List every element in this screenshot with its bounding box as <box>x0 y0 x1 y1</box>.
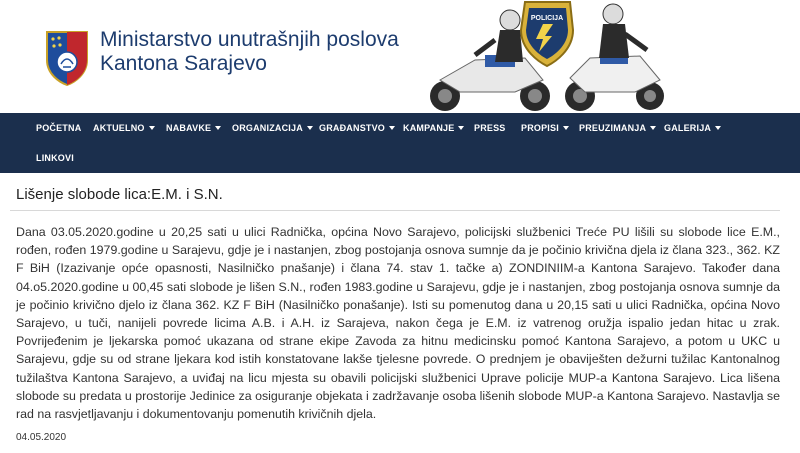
nav-item-preuzimanja[interactable]: PREUZIMANJA <box>579 113 657 143</box>
nav-item-linkovi[interactable]: LINKOVI <box>36 143 74 173</box>
nav-item-label: AKTUELNO <box>93 123 145 133</box>
motorcycle-right <box>565 3 664 111</box>
nav-item-label: GALERIJA <box>664 123 712 133</box>
police-badge-icon: POLICIJA <box>519 1 575 68</box>
nav-row-primary: POČETNA AKTUELNO NABAVKE ORGANIZACIJA GR… <box>0 113 800 143</box>
nav-item-aktuelno[interactable]: AKTUELNO <box>93 113 155 143</box>
nav-item-galerija[interactable]: GALERIJA <box>664 113 722 143</box>
nav-item-label: PROPISI <box>521 123 559 133</box>
coat-of-arms-icon[interactable] <box>45 30 89 86</box>
police-motorcyclists-banner: POLICIJA <box>430 1 664 111</box>
nav-item-label: GRAĐANSTVO <box>319 123 386 133</box>
article-title: Lišenje slobode lica:E.M. i S.N. <box>16 186 223 203</box>
title-divider <box>10 210 780 211</box>
nav-item-label: KAMPANJE <box>403 123 455 133</box>
site-title[interactable]: Ministarstvo unutrašnjih poslova Kantona… <box>100 28 399 76</box>
main-navigation: POČETNA AKTUELNO NABAVKE ORGANIZACIJA GR… <box>0 113 800 173</box>
caret-down-icon <box>650 125 657 130</box>
badge-text: POLICIJA <box>531 15 563 22</box>
caret-down-icon <box>306 125 313 130</box>
caret-down-icon <box>389 125 396 130</box>
nav-item-label: POČETNA <box>36 123 82 133</box>
nav-row-secondary: LINKOVI <box>0 143 800 173</box>
nav-item-kampanje[interactable]: KAMPANJE <box>403 113 465 143</box>
site-header: Ministarstvo unutrašnjih poslova Kantona… <box>0 0 800 113</box>
nav-item-propisi[interactable]: PROPISI <box>521 113 569 143</box>
caret-down-icon <box>562 125 569 130</box>
nav-item-label: ORGANIZACIJA <box>232 123 303 133</box>
nav-item-nabavke[interactable]: NABAVKE <box>166 113 222 143</box>
article-body: Dana 03.05.2020.godine u 20,25 sati u ul… <box>16 225 780 422</box>
article-date: 04.05.2020 <box>16 432 67 443</box>
nav-item-label: PRESS <box>474 123 506 133</box>
nav-item-press[interactable]: PRESS <box>474 113 506 143</box>
site-title-line2: Kantona Sarajevo <box>100 52 267 75</box>
nav-item-label: LINKOVI <box>36 153 74 163</box>
caret-down-icon <box>148 125 155 130</box>
nav-item-pocetna[interactable]: POČETNA <box>36 113 81 143</box>
site-title-line1: Ministarstvo unutrašnjih poslova <box>100 28 399 51</box>
nav-item-gradjanstvo[interactable]: GRAĐANSTVO <box>319 113 396 143</box>
caret-down-icon <box>715 125 722 130</box>
caret-down-icon <box>458 125 465 130</box>
nav-item-label: PREUZIMANJA <box>579 123 647 133</box>
nav-item-label: NABAVKE <box>166 123 212 133</box>
caret-down-icon <box>215 125 222 130</box>
nav-item-organizacija[interactable]: ORGANIZACIJA <box>232 113 313 143</box>
